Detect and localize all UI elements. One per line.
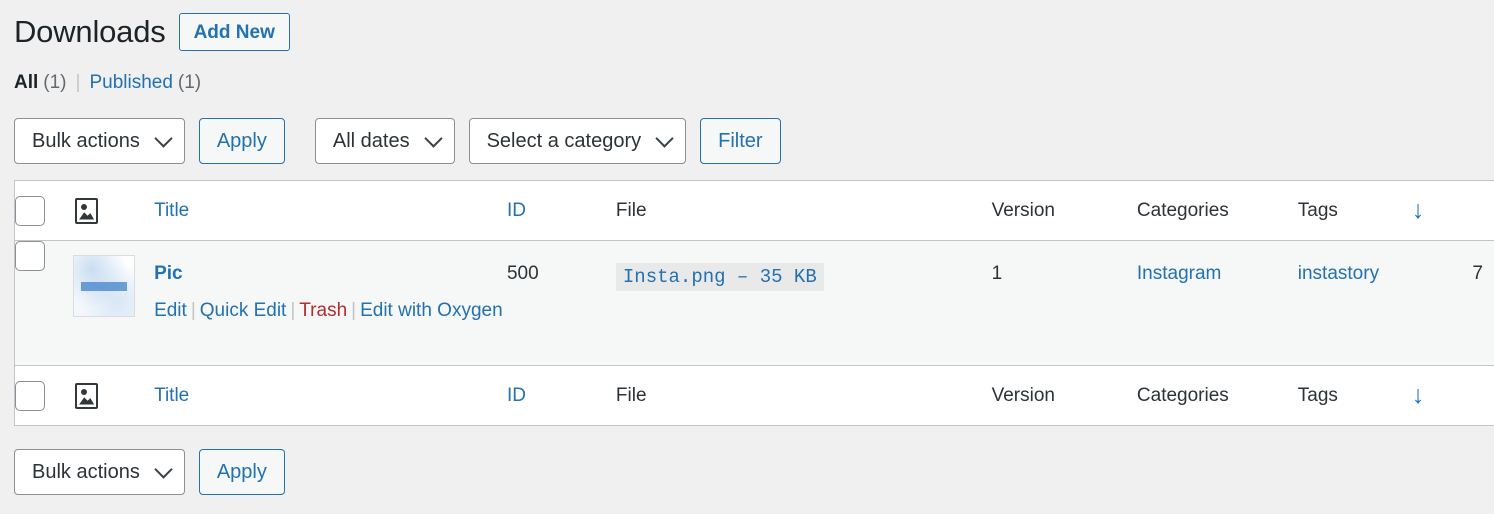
bulk-actions-select-bottom-value: Bulk actions bbox=[32, 460, 140, 483]
downloads-header[interactable]: ↓ bbox=[1411, 181, 1494, 241]
id-footer[interactable]: ID bbox=[506, 365, 616, 425]
category-filter-value: Select a category bbox=[486, 129, 642, 152]
add-new-button[interactable]: Add New bbox=[178, 13, 290, 51]
file-footer: File bbox=[615, 365, 992, 425]
chevron-down-icon bbox=[423, 129, 443, 148]
view-published-label[interactable]: Published bbox=[89, 72, 172, 93]
row-tags-cell: instastory bbox=[1297, 241, 1412, 365]
view-all[interactable]: All (1) bbox=[14, 72, 67, 94]
action-separator: | bbox=[290, 300, 296, 321]
image-icon bbox=[75, 197, 99, 224]
tablenav-bottom: Bulk actions Apply bbox=[14, 449, 1494, 495]
tag-link[interactable]: instastory bbox=[1298, 263, 1379, 284]
views-separator: | bbox=[75, 72, 81, 93]
downloads-page: Downloads Add New All (1) | Published (1) … bbox=[0, 0, 1494, 495]
category-link[interactable]: Instagram bbox=[1137, 263, 1221, 284]
download-id: 500 bbox=[506, 263, 539, 284]
sort-down-arrow-icon[interactable]: ↓ bbox=[1412, 382, 1425, 408]
view-published-count: (1) bbox=[177, 72, 202, 93]
row-id-cell: 500 bbox=[506, 241, 616, 365]
action-separator: | bbox=[190, 300, 196, 321]
title-header[interactable]: Title bbox=[154, 181, 507, 241]
view-all-count: (1) bbox=[43, 72, 67, 93]
apply-button-bottom[interactable]: Apply bbox=[198, 449, 285, 495]
downloads-table: Title ID File Version Categories Tags ↓ bbox=[14, 180, 1494, 426]
downloads-footer[interactable]: ↓ bbox=[1411, 365, 1494, 425]
view-published[interactable]: Published (1) bbox=[89, 72, 201, 94]
version-footer: Version bbox=[991, 365, 1137, 425]
view-all-label: All bbox=[14, 72, 39, 93]
title-footer-link[interactable]: Title bbox=[154, 385, 189, 406]
apply-button-top[interactable]: Apply bbox=[198, 118, 285, 164]
title-footer[interactable]: Title bbox=[154, 365, 507, 425]
tags-header: Tags bbox=[1297, 181, 1412, 241]
image-icon bbox=[75, 382, 99, 409]
category-filter-select[interactable]: Select a category bbox=[468, 118, 687, 164]
row-title-cell: Pic Edit | Quick Edit | Trash | Edit with Oxyg… bbox=[154, 241, 507, 365]
table-head: Title ID File Version Categories Tags ↓ bbox=[15, 181, 1494, 241]
trash-link[interactable]: Trash bbox=[299, 300, 347, 321]
page-header: Downloads Add New bbox=[14, 0, 1494, 52]
download-thumbnail bbox=[73, 255, 136, 317]
select-all-header bbox=[15, 181, 74, 241]
bulk-actions-select-top-value: Bulk actions bbox=[32, 129, 140, 152]
row-version-cell: 1 bbox=[991, 241, 1137, 365]
chevron-down-icon bbox=[655, 129, 674, 148]
row-checkbox[interactable] bbox=[15, 241, 45, 271]
row-thumbnail-cell bbox=[73, 241, 155, 365]
row-file-cell: Insta.png – 35 KB bbox=[615, 241, 992, 365]
file-header: File bbox=[615, 181, 992, 241]
table-foot: Title ID File Version Categories Tags ↓ bbox=[15, 365, 1494, 425]
table-row: Pic Edit | Quick Edit | Trash | Edit with Oxyg… bbox=[15, 241, 1494, 365]
views-filter-list: All (1) | Published (1) bbox=[14, 72, 1494, 98]
row-downloads-cell: 7 bbox=[1411, 241, 1494, 365]
row-actions: Edit | Quick Edit | Trash | Edit with Oxygen bbox=[154, 296, 507, 325]
edit-with-oxygen-link[interactable]: Edit with Oxygen bbox=[360, 300, 503, 321]
id-header[interactable]: ID bbox=[506, 181, 616, 241]
select-all-checkbox-top[interactable] bbox=[15, 195, 45, 226]
bulk-actions-select-bottom[interactable]: Bulk actions bbox=[14, 449, 185, 495]
title-header-link[interactable]: Title bbox=[154, 200, 189, 221]
id-footer-link[interactable]: ID bbox=[507, 385, 526, 406]
tags-footer: Tags bbox=[1297, 365, 1412, 425]
tablenav-top: Bulk actions Apply All dates Select a ca… bbox=[14, 118, 1494, 164]
table-footer-row: Title ID File Version Categories Tags ↓ bbox=[15, 365, 1494, 425]
download-file: Insta.png – 35 KB bbox=[615, 263, 824, 291]
date-filter-select[interactable]: All dates bbox=[314, 118, 455, 164]
thumbnail-header bbox=[73, 181, 155, 241]
action-separator: | bbox=[351, 300, 357, 321]
download-count: 7 bbox=[1472, 263, 1483, 284]
quick-edit-link[interactable]: Quick Edit bbox=[200, 300, 287, 321]
categories-header: Categories bbox=[1136, 181, 1298, 241]
edit-link[interactable]: Edit bbox=[154, 300, 187, 321]
download-title-link[interactable]: Pic bbox=[154, 263, 183, 284]
table-body: Pic Edit | Quick Edit | Trash | Edit with Oxyg… bbox=[15, 241, 1494, 365]
chevron-down-icon bbox=[154, 129, 173, 148]
date-filter-value: All dates bbox=[332, 129, 410, 152]
page-title: Downloads bbox=[14, 13, 166, 49]
chevron-down-icon bbox=[154, 460, 173, 479]
categories-footer: Categories bbox=[1136, 365, 1298, 425]
download-version: 1 bbox=[991, 263, 1003, 284]
bulk-actions-select-top[interactable]: Bulk actions bbox=[14, 118, 185, 164]
row-select-cell bbox=[15, 241, 74, 365]
id-header-link[interactable]: ID bbox=[507, 200, 526, 221]
filter-button[interactable]: Filter bbox=[700, 118, 781, 164]
row-categories-cell: Instagram bbox=[1136, 241, 1298, 365]
select-all-footer bbox=[15, 365, 74, 425]
version-header: Version bbox=[991, 181, 1137, 241]
thumbnail-footer bbox=[73, 365, 155, 425]
table-header-row: Title ID File Version Categories Tags ↓ bbox=[15, 181, 1494, 241]
select-all-checkbox-bottom[interactable] bbox=[15, 380, 45, 411]
sort-down-arrow-icon[interactable]: ↓ bbox=[1412, 197, 1425, 223]
